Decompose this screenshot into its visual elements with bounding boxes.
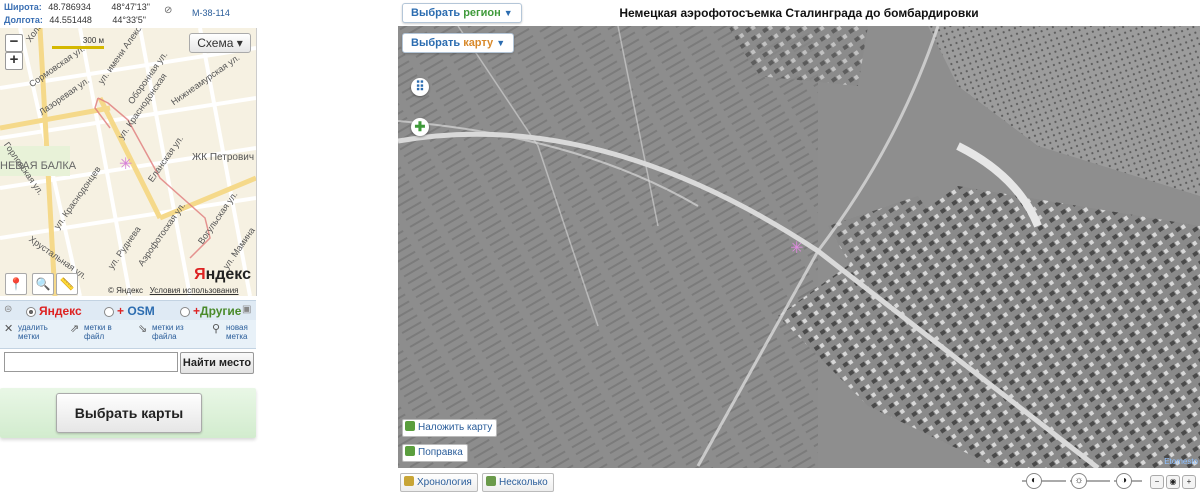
- magnifier-icon[interactable]: 🔍: [32, 273, 54, 295]
- provider-osm[interactable]: + OSM: [104, 304, 155, 318]
- minus-icon[interactable]: −: [1150, 475, 1164, 489]
- import-icon: ⇘: [138, 323, 148, 335]
- overlay-icon: [405, 421, 415, 431]
- zoom-out-button[interactable]: −: [5, 34, 23, 52]
- place-search-input[interactable]: [4, 352, 178, 372]
- longitude-value: 44.551448: [49, 15, 92, 25]
- aerial-photo-svg: ✳: [398, 26, 1200, 468]
- contrast-icon[interactable]: ◐: [1026, 473, 1042, 489]
- map-type-button[interactable]: Схема ▾: [189, 33, 251, 53]
- latitude-value: 48.786934: [48, 2, 91, 12]
- longitude-label: Долгота:: [4, 15, 43, 25]
- several-icon: [486, 476, 496, 486]
- coordinates-panel: Широта: 48.786934 48°47'13" Долгота: 44.…: [0, 0, 256, 29]
- latitude-label: Широта:: [4, 2, 42, 12]
- provider-other[interactable]: +Другие: [180, 304, 241, 318]
- map-bottom-bar: Хронология Несколько ◐ ☼ ◑ − ◉ +: [398, 468, 1200, 497]
- provider-switcher: ⊜ Яндекс + OSM +Другие ▣: [0, 300, 256, 321]
- opacity-icon[interactable]: ◑: [1116, 473, 1132, 489]
- district-label: НЕВАЯ БАЛКА: [0, 160, 77, 172]
- grid-menu-icon[interactable]: ⠿: [411, 78, 429, 96]
- scale-bar: 300 м: [52, 36, 104, 49]
- correction-link[interactable]: Поправка: [402, 444, 468, 462]
- radio-icon: [26, 306, 36, 317]
- latitude-row: Широта: 48.786934 48°47'13": [4, 2, 150, 12]
- placemark-icon[interactable]: 📍: [5, 273, 27, 295]
- overlay-map-link[interactable]: Наложить карту: [402, 419, 498, 437]
- aerial-photo-map[interactable]: ✳ Выбрать карту ▼ ⠿ ✚ Наложить карту Поп…: [398, 26, 1200, 468]
- choose-maps-area: Выбрать карты: [0, 388, 256, 438]
- latitude-dms: 48°47'13": [111, 2, 150, 12]
- search-row: Найти место: [0, 348, 256, 378]
- plus-icon[interactable]: +: [1182, 475, 1196, 489]
- export-icon: ⇗: [70, 323, 80, 335]
- radio-icon: [180, 306, 190, 317]
- chronology-button[interactable]: Хронология: [400, 473, 478, 492]
- new-mark-button[interactable]: ⚲ новая метка: [212, 323, 248, 341]
- crosshair-marker-icon: ✳: [790, 238, 803, 257]
- reset-icon[interactable]: ◉: [1166, 475, 1180, 489]
- dropdown-icon: ▼: [496, 38, 506, 48]
- map-title: Немецкая аэрофотосъемка Сталинграда до б…: [619, 6, 979, 20]
- ruler-icon[interactable]: 📏: [56, 273, 78, 295]
- copyright-text: © Яндекс Условия использования: [108, 286, 239, 295]
- map-header: Выбрать регион ▼ Немецкая аэрофотосъемка…: [398, 0, 1200, 27]
- correction-icon: [405, 446, 415, 456]
- choose-maps-button[interactable]: Выбрать карты: [56, 393, 202, 433]
- terms-link[interactable]: Условия использования: [150, 286, 239, 295]
- several-button[interactable]: Несколько: [482, 473, 554, 492]
- longitude-row: Долгота: 44.551448 44°33'5": [4, 15, 146, 25]
- new-mark-icon: ⚲: [212, 323, 221, 335]
- brightness-icon[interactable]: ☼: [1071, 473, 1087, 489]
- settings-icon[interactable]: ▣: [242, 304, 251, 315]
- sheet-code[interactable]: M-38-114: [192, 8, 230, 18]
- marks-toolbar: ✕ удалить метки ⇗ метки в файл ⇘ метки из ф…: [0, 320, 256, 349]
- radio-icon: [104, 306, 114, 317]
- crosshair-marker-icon: ✳: [119, 156, 133, 173]
- district-label: ЖК Петрович: [192, 152, 255, 163]
- choose-map-button[interactable]: Выбрать карту ▼: [402, 33, 515, 53]
- add-layer-icon[interactable]: ✚: [411, 118, 429, 136]
- provider-yandex[interactable]: Яндекс: [26, 304, 82, 318]
- find-place-button[interactable]: Найти место: [180, 352, 254, 374]
- watermark-credit: Etomesto: [1164, 457, 1198, 466]
- yandex-logo: Яндекс: [194, 266, 251, 283]
- import-marks-button[interactable]: ⇘ метки из файла: [138, 323, 184, 341]
- delete-icon: ✕: [4, 323, 14, 335]
- delete-marks-button[interactable]: ✕ удалить метки: [4, 323, 48, 341]
- zoom-in-button[interactable]: +: [5, 52, 23, 70]
- longitude-dms: 44°33'5": [112, 15, 146, 25]
- mini-map[interactable]: Хользунова ул. Сормовская ул. Горловская…: [0, 28, 257, 296]
- layers-icon[interactable]: ⊜: [4, 304, 12, 315]
- export-marks-button[interactable]: ⇗ метки в файл: [70, 323, 112, 341]
- chronology-icon: [404, 476, 414, 486]
- compass-icon[interactable]: ⊘: [164, 5, 172, 16]
